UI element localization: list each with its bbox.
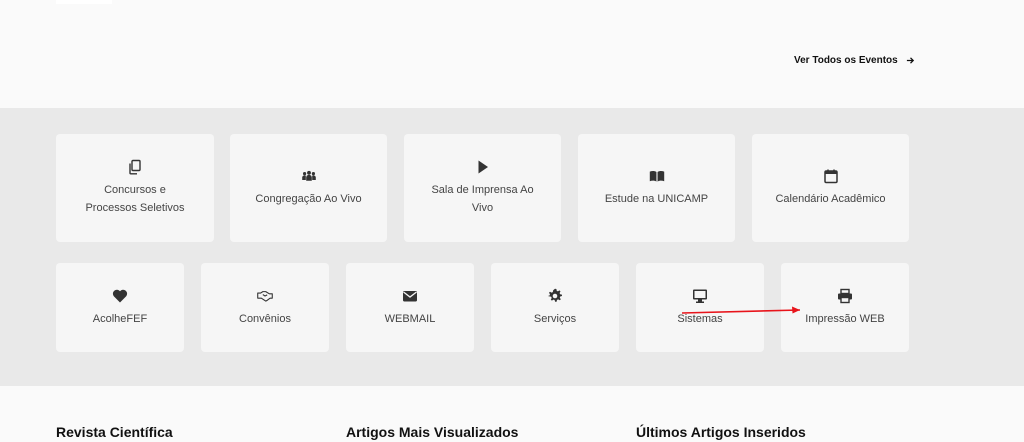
tile-congregacao[interactable]: Congregação Ao Vivo [230, 134, 387, 242]
tile-impressao-web[interactable]: Impressão WEB [781, 263, 909, 352]
play-icon [475, 159, 491, 175]
arrow-right-icon [906, 57, 914, 64]
copy-icon [127, 159, 143, 175]
tile-label: Concursos e Processos Seletivos [85, 184, 185, 214]
book-icon [649, 168, 665, 184]
tile-sistemas[interactable]: Sistemas [636, 263, 764, 352]
divider [56, 0, 112, 4]
users-icon [301, 168, 317, 184]
tile-calendario[interactable]: Calendário Acadêmico [752, 134, 909, 242]
tile-servicos[interactable]: Serviços [491, 263, 619, 352]
articles-section: Revista Científica Artigos Mais Visualiz… [0, 386, 1024, 442]
tile-label: AcolheFEF [92, 312, 148, 325]
tile-label: Calendário Acadêmico [775, 193, 886, 205]
tile-label: Congregação Ao Vivo [255, 193, 362, 205]
envelope-icon [402, 288, 418, 304]
tile-label: Sistemas [677, 312, 723, 325]
handshake-icon [257, 288, 273, 304]
see-all-events-link[interactable]: Ver Todos os Eventos [794, 55, 915, 66]
calendar-icon [823, 168, 839, 184]
artigos-mais-visualizados-heading: Artigos Mais Visualizados [346, 424, 519, 440]
tile-label: WEBMAIL [384, 312, 436, 325]
printer-icon [837, 288, 853, 304]
tile-label: Impressão WEB [805, 312, 885, 325]
tile-label: Estude na UNICAMP [604, 193, 709, 205]
events-section: Ver Todos os Eventos [0, 0, 1024, 108]
heart-icon [112, 288, 128, 304]
tile-convenios[interactable]: Convênios [201, 263, 329, 352]
see-all-events-label: Ver Todos os Eventos [794, 55, 898, 66]
quick-links-section: Concursos e Processos Seletivos Congrega… [0, 108, 1024, 386]
tile-estude[interactable]: Estude na UNICAMP [578, 134, 735, 242]
revista-cientifica-heading: Revista Científica [56, 424, 173, 440]
gear-icon [547, 288, 563, 304]
tile-acolhefef[interactable]: AcolheFEF [56, 263, 184, 352]
ultimos-artigos-heading: Últimos Artigos Inseridos [636, 424, 806, 440]
tile-concursos[interactable]: Concursos e Processos Seletivos [56, 134, 214, 242]
tile-label: Serviços [533, 312, 577, 325]
tile-label: Sala de Imprensa Ao Vivo [431, 184, 534, 214]
tile-label: Convênios [239, 312, 291, 325]
tile-webmail[interactable]: WEBMAIL [346, 263, 474, 352]
desktop-icon [692, 288, 708, 304]
tile-sala-imprensa[interactable]: Sala de Imprensa Ao Vivo [404, 134, 561, 242]
